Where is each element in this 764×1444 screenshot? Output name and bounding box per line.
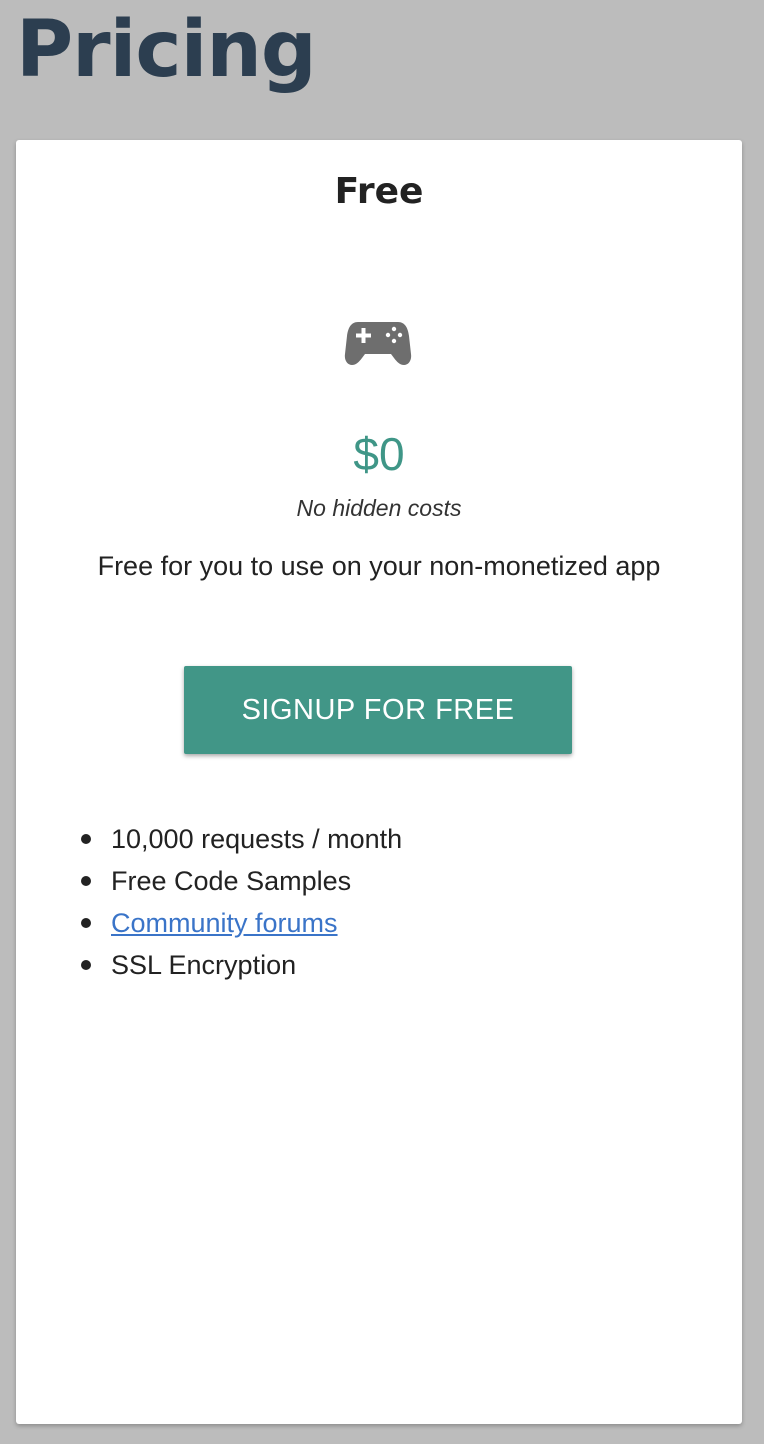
community-forums-link[interactable]: Community forums	[111, 908, 338, 938]
pricing-card-free: Free $0 No hidden costs Free for you to …	[16, 140, 742, 1424]
page-title: Pricing	[16, 5, 317, 95]
feature-item: SSL Encryption	[76, 944, 402, 986]
feature-item: 10,000 requests / month	[76, 818, 402, 860]
bullet-icon	[81, 918, 91, 928]
feature-list: 10,000 requests / month Free Code Sample…	[76, 818, 402, 986]
feature-item: Free Code Samples	[76, 860, 402, 902]
plan-description: Free for you to use on your non-monetize…	[97, 551, 661, 581]
feature-label: Free Code Samples	[111, 866, 352, 896]
gamepad-icon	[344, 322, 412, 365]
signup-button[interactable]: SIGNUP FOR FREE	[184, 666, 572, 754]
plan-name: Free	[334, 171, 424, 212]
plan-price: $0	[353, 428, 405, 480]
feature-item: Community forums	[76, 902, 402, 944]
feature-label: SSL Encryption	[111, 950, 297, 980]
feature-label: 10,000 requests / month	[111, 824, 403, 854]
bullet-icon	[81, 876, 91, 886]
price-note: No hidden costs	[296, 495, 462, 521]
bullet-icon	[81, 960, 91, 970]
bullet-icon	[81, 834, 91, 844]
